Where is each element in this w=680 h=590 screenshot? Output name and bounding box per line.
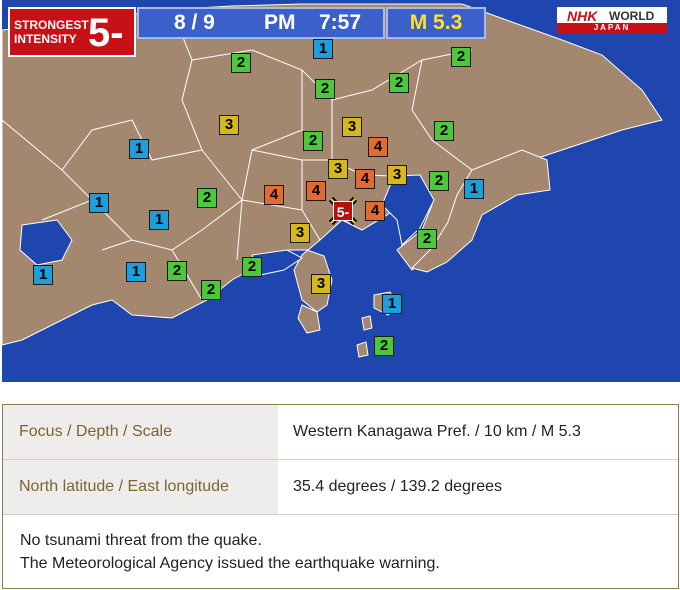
info-label: North latitude / East longitude — [3, 460, 278, 514]
warning-note: The Meteorological Agency issued the ear… — [20, 555, 440, 572]
intensity-badge: 4 — [368, 137, 388, 157]
logo-japan: JAPAN — [557, 23, 667, 33]
intensity-badge: 3 — [387, 165, 407, 185]
earthquake-intensity-map: 1 2 2 2 2 3 3 2 2 4 1 3 4 3 2 1 1 2 4 4 … — [2, 0, 680, 382]
quake-time: 7:57 — [319, 11, 362, 34]
intensity-badge: 1 — [89, 193, 109, 213]
info-value: Western Kanagawa Pref. / 10 km / M 5.3 — [293, 423, 581, 440]
tsunami-note: No tsunami threat from the quake. — [20, 532, 262, 549]
intensity-badge: 4 — [264, 185, 284, 205]
intensity-badge: 1 — [313, 39, 333, 59]
intensity-badge: 1 — [126, 262, 146, 282]
epicenter-intensity: 5- — [333, 201, 353, 221]
intensity-badge: 2 — [429, 171, 449, 191]
info-value: 35.4 degrees / 139.2 degrees — [293, 478, 503, 495]
intensity-badge: 4 — [365, 201, 385, 221]
intensity-badge: 1 — [382, 294, 402, 314]
intensity-badge: 3 — [328, 159, 348, 179]
intensity-badge: 2 — [434, 121, 454, 141]
info-row-coordinates: North latitude / East longitude 35.4 deg… — [3, 460, 678, 515]
intensity-badge: 1 — [464, 179, 484, 199]
datetime-box: 8 / 9 PM 7:57 — [137, 7, 385, 39]
intensity-badge: 2 — [197, 188, 217, 208]
magnitude-box: M 5.3 — [386, 7, 486, 39]
info-notes: No tsunami threat from the quake. The Me… — [20, 529, 440, 575]
intensity-badge: 4 — [355, 169, 375, 189]
logo-nhk: NHK — [567, 8, 598, 24]
strongest-intensity-value: 5- — [88, 11, 124, 55]
strongest-intensity-box: STRONGEST INTENSITY 5- — [8, 7, 136, 57]
strongest-intensity-label: STRONGEST INTENSITY — [14, 18, 89, 46]
intensity-badge: 2 — [451, 47, 471, 67]
intensity-badge: 1 — [129, 139, 149, 159]
intensity-badge: 3 — [219, 115, 239, 135]
intensity-badge: 2 — [201, 280, 221, 300]
intensity-badge: 3 — [290, 223, 310, 243]
intensity-badge: 3 — [311, 274, 331, 294]
quake-date: 8 / 9 — [174, 11, 215, 34]
quake-ampm: PM — [264, 11, 296, 34]
intensity-badge: 1 — [33, 265, 53, 285]
quake-info-table: Focus / Depth / Scale Western Kanagawa P… — [2, 404, 679, 589]
intensity-badge: 2 — [231, 53, 251, 73]
intensity-badge: 1 — [149, 210, 169, 230]
logo-world: WORLD — [609, 9, 655, 23]
intensity-badge: 2 — [242, 257, 262, 277]
intensity-badge: 3 — [342, 117, 362, 137]
intensity-badge: 2 — [417, 229, 437, 249]
info-row-focus: Focus / Depth / Scale Western Kanagawa P… — [3, 405, 678, 460]
land-mass — [2, 3, 663, 358]
info-label: Focus / Depth / Scale — [3, 405, 278, 459]
intensity-badge: 2 — [374, 336, 394, 356]
nhk-world-logo: NHK WORLD JAPAN — [557, 7, 667, 33]
intensity-badge: 2 — [167, 261, 187, 281]
intensity-badge: 2 — [303, 131, 323, 151]
intensity-badge: 2 — [315, 79, 335, 99]
intensity-badge: 4 — [306, 181, 326, 201]
intensity-badge: 2 — [389, 73, 409, 93]
